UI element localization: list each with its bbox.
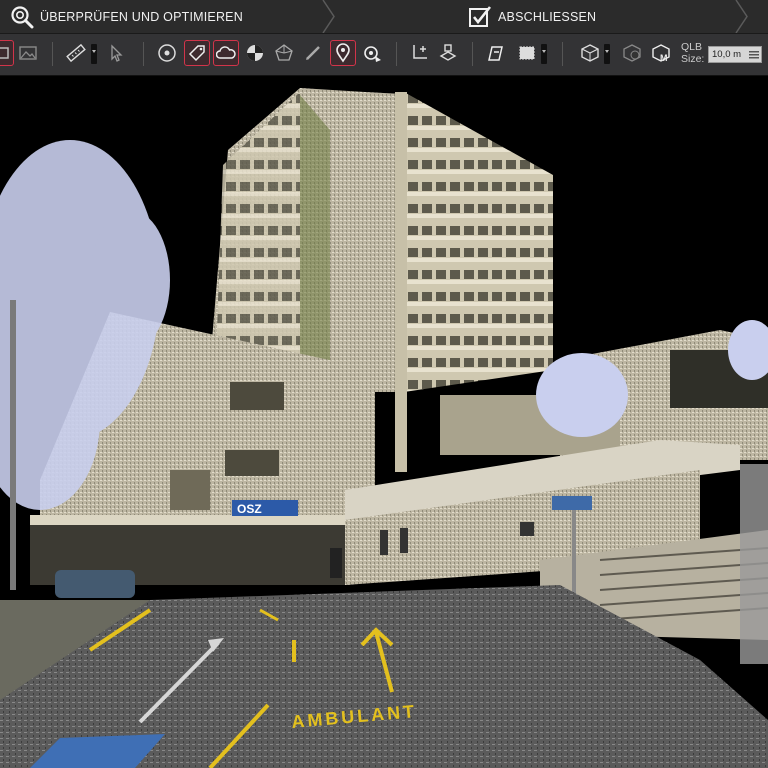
target-icon [158,44,176,62]
ruler-icon [66,43,86,63]
axis-plus-icon [413,45,427,59]
pencil-button[interactable] [300,40,326,66]
measure-distance-button[interactable] [63,40,89,66]
view-cube-button[interactable] [577,40,603,66]
select-tool-button[interactable] [104,40,130,66]
parked-car [55,570,135,598]
view-cube-dropdown[interactable] [604,44,610,64]
point-cloud-viewport[interactable]: OSZ AMBULANT [0,76,768,768]
target-button[interactable] [154,40,180,66]
step-review-label: ÜBERPRÜFEN UND OPTIMIEREN [40,9,243,24]
right-tree [536,353,628,437]
rotate-view-button[interactable] [359,40,385,66]
selection-mode-dropdown[interactable] [541,44,547,64]
pedestrian [330,548,342,578]
image-icon [19,46,37,60]
workflow-step-bar: ÜBERPRÜFEN UND OPTIMIEREN ABSCHLIESSEN [0,0,768,34]
cube-icon [581,44,599,62]
clipping-box-button[interactable] [619,40,645,66]
cloud-icon [216,46,236,59]
entrance-sign-text: OSZ [237,502,262,516]
qlb-size-value: 10,0 m [712,49,742,60]
plane-icon [275,44,293,61]
panorama-view-button[interactable] [0,40,14,66]
pencil-icon [306,46,320,60]
qlb-size-label: QLB Size: [681,41,705,65]
area-select-button[interactable] [514,40,540,66]
tag-button[interactable] [184,40,210,66]
step-review-optimize[interactable]: ÜBERPRÜFEN UND OPTIMIEREN [10,0,243,33]
cursor-icon [111,44,123,62]
layers-button[interactable] [435,40,461,66]
cube-m-icon: M [652,44,670,63]
point-cloud-scene: OSZ AMBULANT [0,76,768,768]
rotate-pin-icon [364,46,381,62]
location-pin-button[interactable] [330,40,356,66]
street-sign [552,496,592,510]
layers-icon [439,44,457,61]
checker-target-icon [247,45,263,61]
step-separator-chevron-icon [735,0,748,33]
measure-box-button[interactable]: M [648,40,674,66]
spinner-arrows-icon[interactable] [749,50,759,59]
image-view-button[interactable] [15,40,41,66]
qlb-size-input[interactable]: 10,0 m [708,46,762,63]
location-pin-icon [336,43,350,63]
svg-text:M: M [660,53,668,63]
measure-mode-dropdown[interactable] [91,44,97,64]
checkbox-check-icon [468,5,492,29]
edit-tag-icon [488,46,503,61]
cloud-button[interactable] [213,40,239,66]
step-separator-chevron-icon [322,0,335,33]
tag-icon [188,45,205,62]
clipping-box-icon [623,44,641,62]
step-finalize[interactable]: ABSCHLIESSEN [468,0,596,33]
checker-target-button[interactable] [242,40,268,66]
view-toolbar: M QLB Size: 10,0 m [0,34,768,76]
magnifier-check-icon [10,5,34,29]
add-point-button[interactable] [406,40,432,66]
step-finalize-label: ABSCHLIESSEN [498,9,597,24]
plane-button[interactable] [271,40,297,66]
selection-rect-icon [519,46,535,60]
label-edit-button[interactable] [483,40,509,66]
right-edge-structure [740,464,768,664]
panorama-icon [0,47,9,59]
